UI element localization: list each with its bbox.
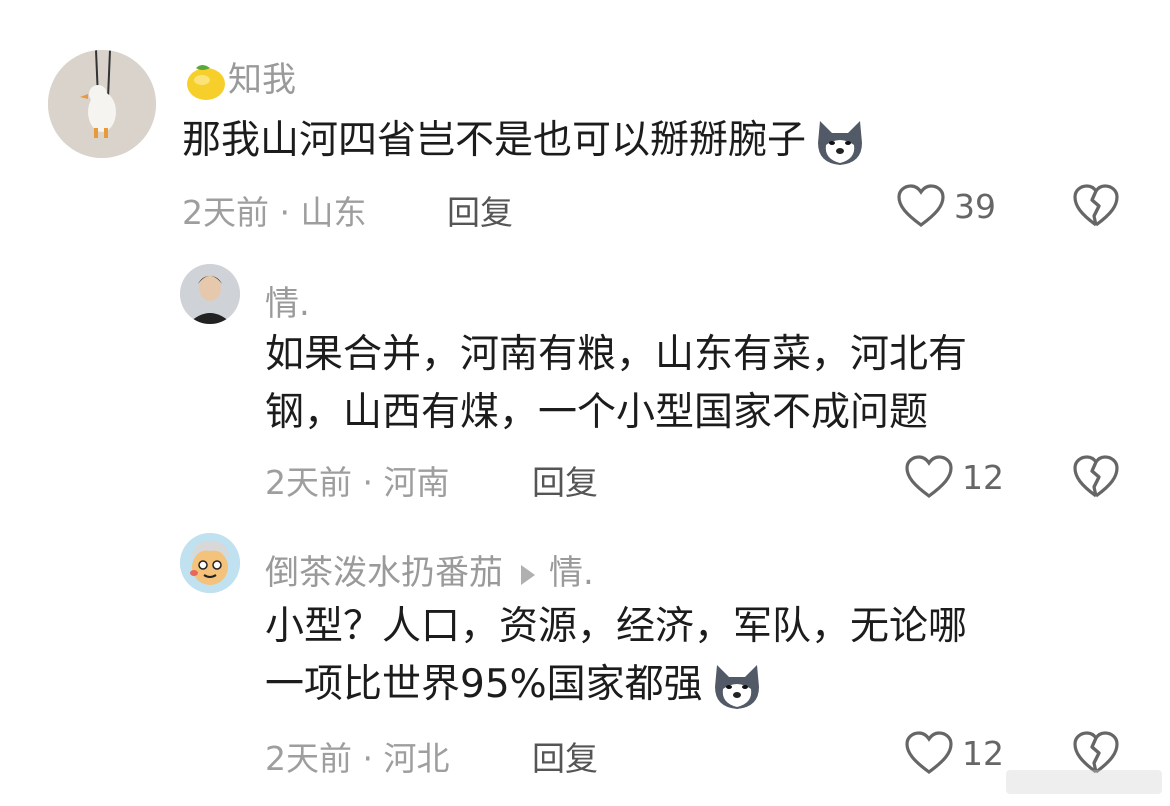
heart-icon [896,184,946,228]
reply-button[interactable]: 回复 [532,732,598,780]
broken-heart-icon [1072,455,1120,503]
comment-meta: 2天前 · 山东 [182,193,367,232]
like-button[interactable]: 39 [896,184,996,228]
username[interactable]: 知我 [182,52,296,104]
comment-meta: 2天前 · 河北 [265,739,450,778]
husky-emoji [709,661,765,713]
reply-button[interactable]: 回复 [447,186,513,234]
user-avatar[interactable] [180,264,240,324]
watermark-logo [1004,764,1164,800]
avatar-cartoon-image [180,533,240,593]
username[interactable]: 倒茶泼水扔番茄 [265,553,503,593]
comment-text: 小型？人口，资源，经济，军队，无论哪 一项比世界95%国家都强 [265,598,967,714]
like-count: 12 [962,733,1004,773]
reply-arrow-icon [521,564,535,585]
avatar-duck-image [48,50,156,158]
heart-icon [904,455,954,499]
husky-emoji [812,117,868,169]
username[interactable]: 情. [265,276,310,325]
like-button[interactable]: 12 [904,731,1004,775]
user-avatar[interactable] [180,533,240,593]
comment-text: 那我山河四省岂不是也可以掰掰腕子 [182,112,868,170]
comment-text: 如果合并，河南有粮，山东有菜，河北有 钢，山西有煤，一个小型国家不成问题 [265,332,968,435]
user-avatar[interactable] [48,50,156,158]
dislike-button[interactable] [1072,455,1120,503]
like-count: 12 [962,457,1004,497]
comment-meta: 2天前 · 河南 [265,463,450,502]
heart-icon [904,731,954,775]
avatar-portrait-image [180,264,240,324]
like-count: 39 [954,186,996,226]
dislike-button[interactable] [1072,184,1120,232]
reply-button[interactable]: 回复 [532,456,598,504]
lemon-icon [182,60,228,104]
reply-target-username[interactable]: 情. [549,553,594,593]
broken-heart-icon [1072,184,1120,232]
username-line: 倒茶泼水扔番茄 情. [265,545,594,594]
like-button[interactable]: 12 [904,455,1004,499]
